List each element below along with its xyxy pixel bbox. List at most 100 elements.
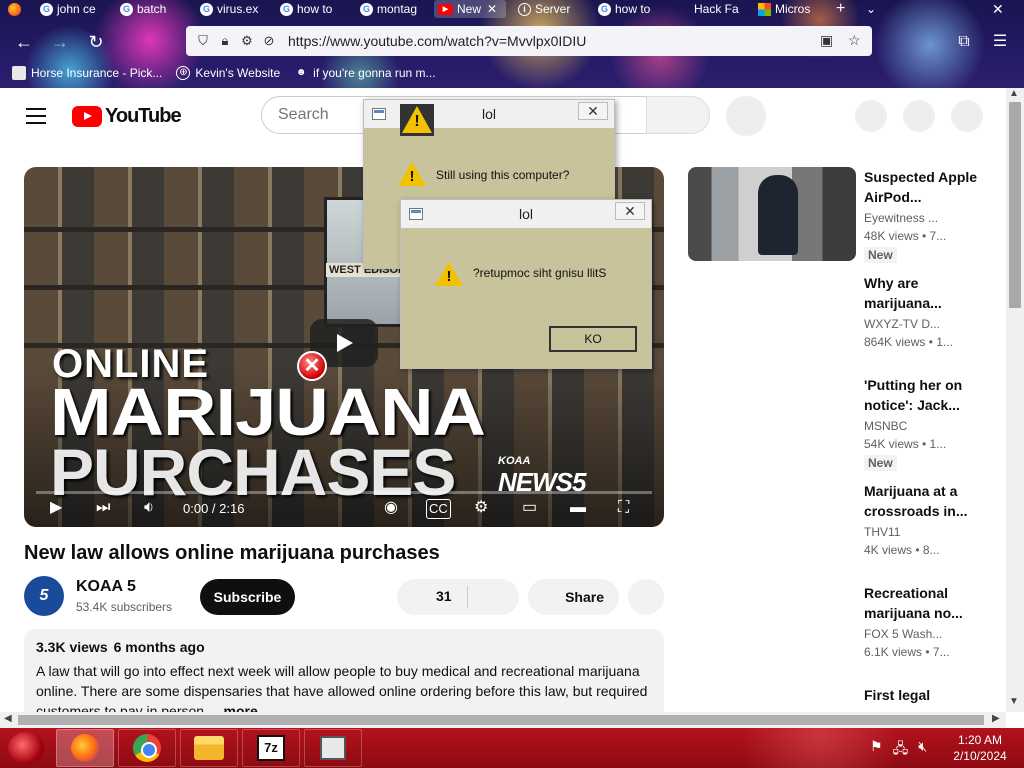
recommendation-item[interactable]: Suspected Apple AirPod... Eyewitness ...… (688, 167, 998, 267)
forward-arrow-icon[interactable]: → (48, 30, 72, 54)
scroll-right-arrow-icon[interactable]: ▶ (992, 713, 1000, 724)
hamburger-menu-icon[interactable]: ☰ (988, 30, 1012, 54)
scroll-down-arrow-icon[interactable]: ▼ (1009, 696, 1019, 707)
firefox-menu-tab[interactable] (4, 0, 28, 18)
recommendation-title[interactable]: 'Putting her on notice': Jack... (864, 375, 988, 415)
window-close-button[interactable]: ✕ (992, 0, 1004, 18)
show-more-link[interactable]: ...more (212, 703, 258, 712)
network-icon[interactable]: 🖧︎ (893, 738, 909, 762)
subscribe-button[interactable]: Subscribe (200, 579, 295, 615)
horizontal-scroll-thumb[interactable] (18, 715, 984, 725)
dialog-message: ?retupmoc siht gnisu llitS (473, 266, 607, 280)
youtube-icon: ▶ (438, 3, 453, 15)
taskbar-file-explorer[interactable] (180, 729, 238, 767)
guide-menu-icon[interactable] (26, 108, 46, 124)
tab-montage[interactable]: G montag (356, 0, 428, 18)
taskbar-chrome[interactable] (118, 729, 176, 767)
scroll-up-arrow-icon[interactable]: ▲ (1009, 88, 1019, 99)
miniplayer-icon[interactable]: ▭ (522, 499, 537, 517)
scroll-left-arrow-icon[interactable]: ◀ (4, 713, 12, 724)
settings-gear-icon[interactable]: ⚙ (474, 499, 488, 517)
dialog-close-icon[interactable]: ✕ (578, 102, 608, 120)
recommendation-title[interactable]: Recreational marijuana no... (864, 583, 988, 623)
lock-icon[interactable]: 🔒︎ (214, 33, 236, 49)
captions-icon[interactable]: CC (426, 499, 451, 519)
bookmark-horse-insurance[interactable]: Horse Insurance - Pick... (12, 66, 162, 80)
recommendation-title[interactable]: Marijuana at a crossroads in... (864, 481, 988, 521)
tab-batch[interactable]: G batch (116, 0, 188, 18)
bookmark-star-icon[interactable]: ☆ (848, 32, 861, 49)
url-text[interactable]: https://www.youtube.com/watch?v=Mvvlpx0I… (288, 33, 586, 49)
recommendation-item[interactable]: Marijuana at a crossroads in... THV11 4K… (688, 481, 998, 581)
recommendation-title[interactable]: Suspected Apple AirPod... (864, 167, 988, 207)
recommendation-meta: 48K views • 7... (864, 229, 947, 243)
taskbar-app-window[interactable] (304, 729, 362, 767)
horizontal-scrollbar[interactable]: ◀ ▶ (0, 712, 1006, 728)
address-bar[interactable]: ⛉ 🔒︎ ⚙ ⊘ https://www.youtube.com/watch?v… (186, 26, 872, 56)
dialog-titlebar[interactable]: lol ✕ (401, 200, 651, 228)
autoplay-toggle-icon[interactable]: ◉ (384, 499, 398, 517)
channel-avatar[interactable]: 5 (24, 576, 64, 616)
list-all-tabs-button[interactable]: ⌄ (866, 0, 876, 18)
channel-name[interactable]: KOAA 5 (76, 578, 136, 596)
dialog-close-icon[interactable]: ✕ (615, 202, 645, 220)
tab-john-cena[interactable]: G john ce (36, 0, 108, 18)
search-input[interactable] (262, 97, 362, 133)
volume-muted-icon[interactable]: 🔇︎ (918, 738, 927, 762)
new-tab-button[interactable]: + (836, 0, 845, 18)
taskbar-7zip[interactable]: 7z (242, 729, 300, 767)
new-badge: New (864, 247, 897, 263)
reader-view-icon[interactable]: ▣ (820, 32, 833, 49)
like-dislike-pill[interactable] (397, 579, 519, 615)
theater-mode-icon[interactable]: ▬ (570, 499, 586, 517)
tab-how-to[interactable]: G how to (276, 0, 348, 18)
play-icon[interactable]: ▶ (50, 499, 62, 517)
fullscreen-icon[interactable]: ⛶ (618, 499, 629, 517)
reload-icon[interactable]: ↻ (84, 30, 108, 54)
share-button[interactable]: Share (528, 579, 619, 615)
create-icon[interactable] (855, 100, 887, 132)
like-count[interactable]: 31 (436, 588, 452, 604)
bookmark-if-youre-gonna[interactable]: ☻ if you're gonna run m... (294, 66, 436, 80)
shield-icon[interactable]: ⛉ (192, 33, 214, 49)
tab-virus-exe[interactable]: G virus.ex (196, 0, 268, 18)
description-box[interactable]: 3.3K views 6 months ago A law that will g… (24, 629, 664, 712)
recommendation-title[interactable]: First legal (864, 685, 988, 705)
tab-microsoft[interactable]: Micros (754, 0, 826, 18)
tab-strip: G john ce G batch G virus.ex G how to G … (0, 0, 1024, 18)
recommendation-item[interactable]: 'Putting her on notice': Jack... MSNBC 5… (688, 375, 998, 475)
recommendation-item[interactable]: Recreational marijuana no... FOX 5 Wash.… (688, 583, 998, 683)
start-button[interactable] (8, 732, 44, 764)
taskbar-firefox[interactable] (56, 729, 114, 767)
youtube-play-logo-icon (72, 106, 102, 127)
tab-how-to-2[interactable]: G how to (594, 0, 666, 18)
next-icon[interactable]: ⏭ (96, 499, 110, 517)
recommendation-item[interactable]: Why are marijuana... WXYZ-TV D... 864K v… (688, 273, 998, 373)
more-actions-button[interactable] (628, 579, 664, 615)
back-arrow-icon[interactable]: ← (12, 30, 36, 54)
bookmark-kevins-website[interactable]: ⊕ Kevin's Website (176, 66, 280, 80)
recommendation-thumbnail[interactable] (688, 167, 856, 261)
flag-icon[interactable]: ⚑ (870, 738, 883, 762)
tab-close-icon[interactable]: ✕ (487, 2, 497, 16)
permissions-icon[interactable]: ⚙ (236, 33, 258, 49)
recommendation-channel: WXYZ-TV D... (864, 317, 940, 331)
tab-server[interactable]: i Server (514, 0, 586, 18)
avatar[interactable] (951, 100, 983, 132)
search-button[interactable] (646, 96, 710, 134)
volume-icon[interactable]: 🔉︎ (144, 499, 154, 517)
camera-blocked-icon[interactable]: ⊘ (258, 33, 280, 49)
youtube-logo[interactable]: YouTube (72, 105, 182, 128)
vertical-scroll-thumb[interactable] (1009, 102, 1021, 308)
ko-button[interactable]: KO (549, 326, 637, 352)
tab-youtube-active[interactable]: ▶ New ✕ (434, 0, 506, 18)
vertical-scrollbar[interactable]: ▲ ▼ (1006, 88, 1024, 712)
notifications-icon[interactable] (903, 100, 935, 132)
recommendation-title[interactable]: Why are marijuana... (864, 273, 988, 313)
taskbar-clock[interactable]: 1:20 AM 2/10/2024 (950, 732, 1010, 764)
voice-search-icon[interactable] (726, 96, 766, 136)
extensions-icon[interactable]: ⧉ (952, 30, 976, 54)
recommendation-item[interactable]: First legal (688, 685, 998, 712)
tab-hack-fa[interactable]: Hack Fa (676, 0, 748, 18)
recommendation-meta: 54K views • 1... (864, 437, 947, 451)
